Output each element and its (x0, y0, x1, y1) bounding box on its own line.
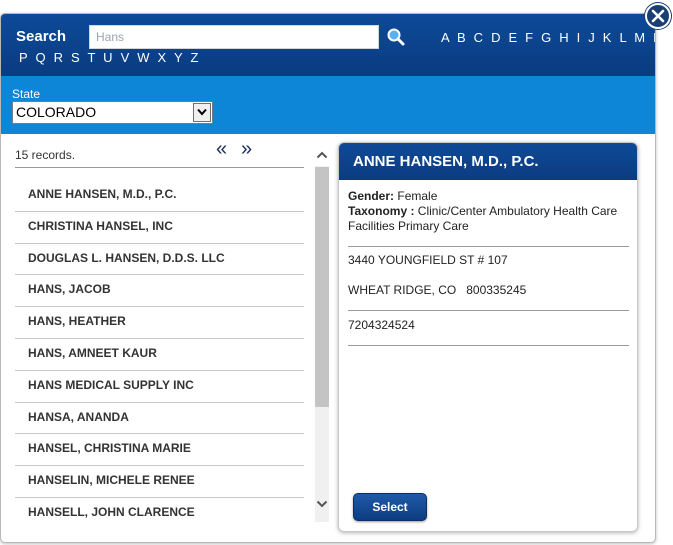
search-icon[interactable] (386, 27, 406, 47)
letter-link[interactable]: G (541, 30, 553, 45)
letter-link[interactable]: S (71, 50, 82, 65)
letter-link[interactable]: I (577, 30, 583, 45)
letter-link[interactable]: Q (35, 50, 47, 65)
phone-number: 7204324524 (348, 318, 415, 332)
letter-link[interactable]: Z (190, 50, 200, 65)
divider (348, 310, 629, 311)
results-list: ANNE HANSEN, M.D., P.C. CHRISTINA HANSEL… (15, 180, 304, 530)
letter-link[interactable]: J (588, 30, 597, 45)
letter-link[interactable]: U (103, 50, 115, 65)
divider (348, 345, 629, 346)
state-filter-bar: State COLORADO (1, 76, 655, 134)
letter-link[interactable]: X (158, 50, 169, 65)
taxonomy-field: Taxonomy : Clinic/Center Ambulatory Heal… (348, 204, 629, 234)
list-item[interactable]: HANSA, ANANDA (15, 403, 304, 435)
provider-detail-card: ANNE HANSEN, M.D., P.C. Gender: Female T… (338, 142, 638, 532)
alphabet-filter-row2: P Q R S T U V W X Y Z (19, 50, 201, 65)
letter-link[interactable]: B (457, 30, 468, 45)
list-item[interactable]: HANS, HEATHER (15, 307, 304, 339)
results-scrollbar[interactable] (314, 146, 330, 526)
search-label: Search (16, 28, 67, 45)
letter-link[interactable]: L (619, 30, 628, 45)
select-button[interactable]: Select (353, 493, 427, 521)
previous-page-button[interactable]: « (216, 138, 227, 161)
gender-value: Female (397, 189, 438, 203)
list-item[interactable]: HANSELIN, MICHELE RENEE (15, 466, 304, 498)
letter-link[interactable]: C (474, 30, 486, 45)
divider (348, 246, 629, 247)
letter-link[interactable]: M (634, 30, 647, 45)
detail-title: ANNE HANSEN, M.D., P.C. (339, 143, 637, 180)
list-divider (15, 167, 304, 168)
list-item[interactable]: HANSELL, JOHN CLARENCE (15, 498, 304, 530)
chevron-down-icon[interactable] (193, 103, 211, 122)
close-icon[interactable] (645, 3, 671, 29)
letter-link[interactable]: Y (174, 50, 185, 65)
chevron-up-icon[interactable] (314, 146, 330, 162)
letter-link[interactable]: W (137, 50, 151, 65)
address-line1: 3440 YOUNGFIELD ST # 107 (348, 253, 508, 267)
scroll-thumb[interactable] (315, 167, 329, 407)
chevron-down-icon[interactable] (314, 496, 330, 512)
letter-link[interactable]: K (603, 30, 614, 45)
alphabet-filter-row1: A B C D E F G H I J K L M N O (441, 30, 655, 45)
list-item[interactable]: CHRISTINA HANSEL, INC (15, 212, 304, 244)
taxonomy-label: Taxonomy : (348, 204, 415, 218)
letter-link[interactable]: V (121, 50, 132, 65)
address-line2: WHEAT RIDGE, CO 800335245 (348, 283, 527, 297)
state-label: State (12, 87, 41, 101)
search-bar: Search A B C D E F G H I J K L M N O P (1, 14, 655, 76)
list-item[interactable]: DOUGLAS L. HANSEN, D.D.S. LLC (15, 244, 304, 276)
gender-field: Gender: Female (348, 189, 629, 204)
letter-link[interactable]: E (508, 30, 519, 45)
state-selected-value: COLORADO (16, 104, 97, 120)
letter-link[interactable]: F (525, 30, 535, 45)
state-select[interactable]: COLORADO (12, 101, 213, 124)
records-count: 15 records. (15, 148, 76, 162)
letter-link[interactable]: T (87, 50, 97, 65)
list-item[interactable]: ANNE HANSEN, M.D., P.C. (15, 180, 304, 212)
list-item[interactable]: HANS MEDICAL SUPPLY INC (15, 371, 304, 403)
letter-link[interactable]: A (441, 30, 451, 45)
gender-label: Gender: (348, 189, 395, 203)
list-item[interactable]: HANS, JACOB (15, 275, 304, 308)
list-item[interactable]: HANSEL, CHRISTINA MARIE (15, 434, 304, 467)
detail-body: Gender: Female Taxonomy : Clinic/Center … (348, 189, 629, 346)
next-page-button[interactable]: » (241, 138, 252, 161)
provider-search-dialog: Search A B C D E F G H I J K L M N O P (0, 13, 656, 543)
letter-link[interactable]: D (491, 30, 503, 45)
search-input[interactable] (89, 25, 379, 49)
letter-link[interactable]: P (19, 50, 30, 65)
letter-link[interactable]: R (54, 50, 66, 65)
letter-link[interactable]: H (559, 30, 571, 45)
letter-link[interactable]: N (653, 30, 655, 45)
list-item[interactable]: HANS, AMNEET KAUR (15, 339, 304, 371)
